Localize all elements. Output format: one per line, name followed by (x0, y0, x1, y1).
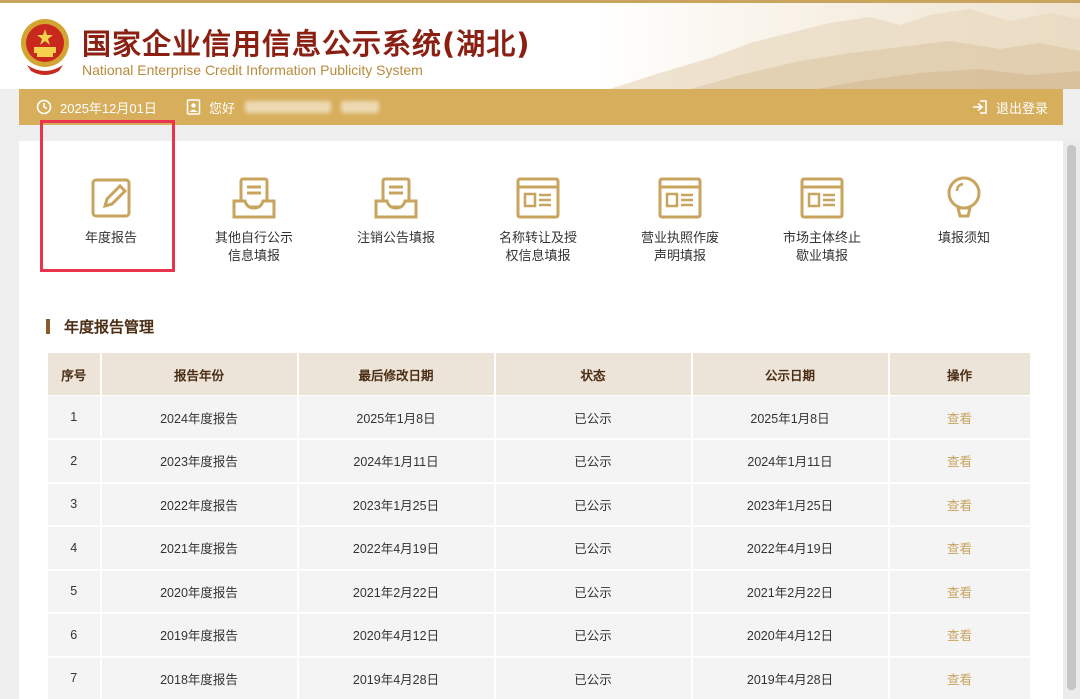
view-link[interactable]: 查看 (888, 395, 1032, 440)
site-subtitle: National Enterprise Credit Information P… (82, 62, 423, 78)
cell-year: 2021年度报告 (100, 525, 299, 571)
cell-modified: 2019年4月28日 (297, 656, 496, 699)
annual-report-table: 序号 报告年份 最后修改日期 状态 公示日期 操作 1 2024年度报告 202… (47, 352, 1032, 699)
table-row: 2 2023年度报告 2024年1月11日 已公示 2024年1月11日 查看 (47, 438, 1032, 484)
cell-year: 2020年度报告 (100, 569, 299, 614)
table-row: 1 2024年度报告 2025年1月8日 已公示 2025年1月8日 查看 (47, 395, 1032, 440)
logout-label: 退出登录 (996, 100, 1049, 116)
highlight-box (40, 120, 175, 272)
cell-index: 3 (47, 482, 102, 527)
view-link[interactable]: 查看 (888, 569, 1032, 614)
table-row: 5 2020年度报告 2021年2月22日 已公示 2021年2月22日 查看 (47, 569, 1032, 614)
cell-status: 已公示 (494, 656, 693, 699)
scrollbar-thumb[interactable] (1067, 145, 1076, 690)
info-bar: 2025年12月01日 您好 退出登录 (19, 89, 1063, 125)
user-badge-icon (186, 99, 201, 115)
cell-status: 已公示 (494, 395, 693, 440)
cell-index: 4 (47, 525, 102, 571)
table-row: 6 2019年度报告 2020年4月12日 已公示 2020年4月12日 查看 (47, 612, 1032, 658)
cell-modified: 2023年1月25日 (297, 482, 496, 527)
nav-label: 填报须知 (937, 230, 990, 245)
site-title: 国家企业信用信息公示系统(湖北) (82, 27, 531, 61)
nav-label: 其他自行公示信息填报 (214, 230, 293, 263)
nav-label: 营业执照作废声明填报 (640, 230, 719, 263)
national-emblem-icon (21, 19, 69, 75)
nav-label: 市场主体终止歇业填报 (782, 230, 861, 263)
greeting-text: 您好 (209, 100, 236, 116)
logout-icon (973, 100, 987, 114)
cell-publish-date: 2023年1月25日 (691, 482, 890, 527)
cell-status: 已公示 (494, 482, 693, 527)
cell-year: 2023年度报告 (100, 438, 299, 484)
date-text: 2025年12月01日 (60, 100, 157, 116)
section-title-text: 年度报告管理 (64, 319, 155, 336)
cell-publish-date: 2025年1月8日 (691, 395, 890, 440)
cell-status: 已公示 (494, 569, 693, 614)
cell-index: 2 (47, 438, 102, 484)
cell-status: 已公示 (494, 438, 693, 484)
nav-other-disclosure[interactable]: 其他自行公示信息填报 (189, 175, 319, 265)
col-header-publish-date: 公示日期 (691, 352, 890, 396)
cell-publish-date: 2021年2月22日 (691, 569, 890, 614)
nav-name-transfer[interactable]: 名称转让及授权信息填报 (473, 175, 603, 265)
view-link[interactable]: 查看 (888, 438, 1032, 484)
cell-status: 已公示 (494, 612, 693, 658)
mountain-background (609, 9, 1080, 89)
cell-year: 2018年度报告 (100, 656, 299, 699)
inbox-icon (232, 177, 276, 219)
col-header-year: 报告年份 (100, 352, 299, 396)
cell-publish-date: 2022年4月19日 (691, 525, 890, 571)
nav-license-void[interactable]: 营业执照作废声明填报 (615, 175, 745, 265)
cell-publish-date: 2024年1月11日 (691, 438, 890, 484)
nav-filing-instructions[interactable]: 填报须知 (899, 175, 1029, 247)
view-link[interactable]: 查看 (888, 525, 1032, 571)
cell-modified: 2024年1月11日 (297, 438, 496, 484)
cell-status: 已公示 (494, 525, 693, 571)
cell-modified: 2022年4月19日 (297, 525, 496, 571)
cell-modified: 2025年1月8日 (297, 395, 496, 440)
col-header-modified: 最后修改日期 (297, 352, 496, 396)
site-header: 国家企业信用信息公示系统(湖北) National Enterprise Cre… (0, 0, 1080, 89)
nav-entity-termination[interactable]: 市场主体终止歇业填报 (757, 175, 887, 265)
cell-publish-date: 2020年4月12日 (691, 612, 890, 658)
cell-publish-date: 2019年4月28日 (691, 656, 890, 699)
view-link[interactable]: 查看 (888, 612, 1032, 658)
section-title: 年度报告管理 (46, 316, 154, 337)
cell-year: 2024年度报告 (100, 395, 299, 440)
cell-index: 6 (47, 612, 102, 658)
cell-index: 5 (47, 569, 102, 614)
browser-window-icon (800, 177, 844, 219)
nav-label: 注销公告填报 (356, 230, 435, 245)
browser-window-icon (516, 177, 560, 219)
cell-year: 2022年度报告 (100, 482, 299, 527)
redacted-username (245, 101, 332, 113)
user-greeting: 您好 (186, 89, 380, 125)
browser-window-icon (658, 177, 702, 219)
cell-year: 2019年度报告 (100, 612, 299, 658)
cell-index: 1 (47, 395, 102, 440)
redacted-username-2 (341, 101, 380, 113)
section-bar (46, 319, 50, 334)
view-link[interactable]: 查看 (888, 482, 1032, 527)
view-link[interactable]: 查看 (888, 656, 1032, 699)
col-header-action: 操作 (888, 352, 1032, 396)
col-header-index: 序号 (47, 352, 102, 396)
inbox-icon (374, 177, 418, 219)
clock-icon (36, 99, 52, 115)
table-row: 7 2018年度报告 2019年4月28日 已公示 2019年4月28日 查看 (47, 656, 1032, 699)
logout-button[interactable]: 退出登录 (971, 89, 1048, 125)
nav-cancellation-notice[interactable]: 注销公告填报 (331, 175, 461, 247)
nav-label: 名称转让及授权信息填报 (498, 230, 577, 263)
cell-modified: 2021年2月22日 (297, 569, 496, 614)
vertical-scrollbar[interactable] (1063, 141, 1080, 699)
table-row: 3 2022年度报告 2023年1月25日 已公示 2023年1月25日 查看 (47, 482, 1032, 527)
lightbulb-icon (947, 176, 981, 218)
cell-modified: 2020年4月12日 (297, 612, 496, 658)
table-header-row: 序号 报告年份 最后修改日期 状态 公示日期 操作 (47, 352, 1032, 396)
cell-index: 7 (47, 656, 102, 699)
table-row: 4 2021年度报告 2022年4月19日 已公示 2022年4月19日 查看 (47, 525, 1032, 571)
col-header-status: 状态 (494, 352, 693, 396)
